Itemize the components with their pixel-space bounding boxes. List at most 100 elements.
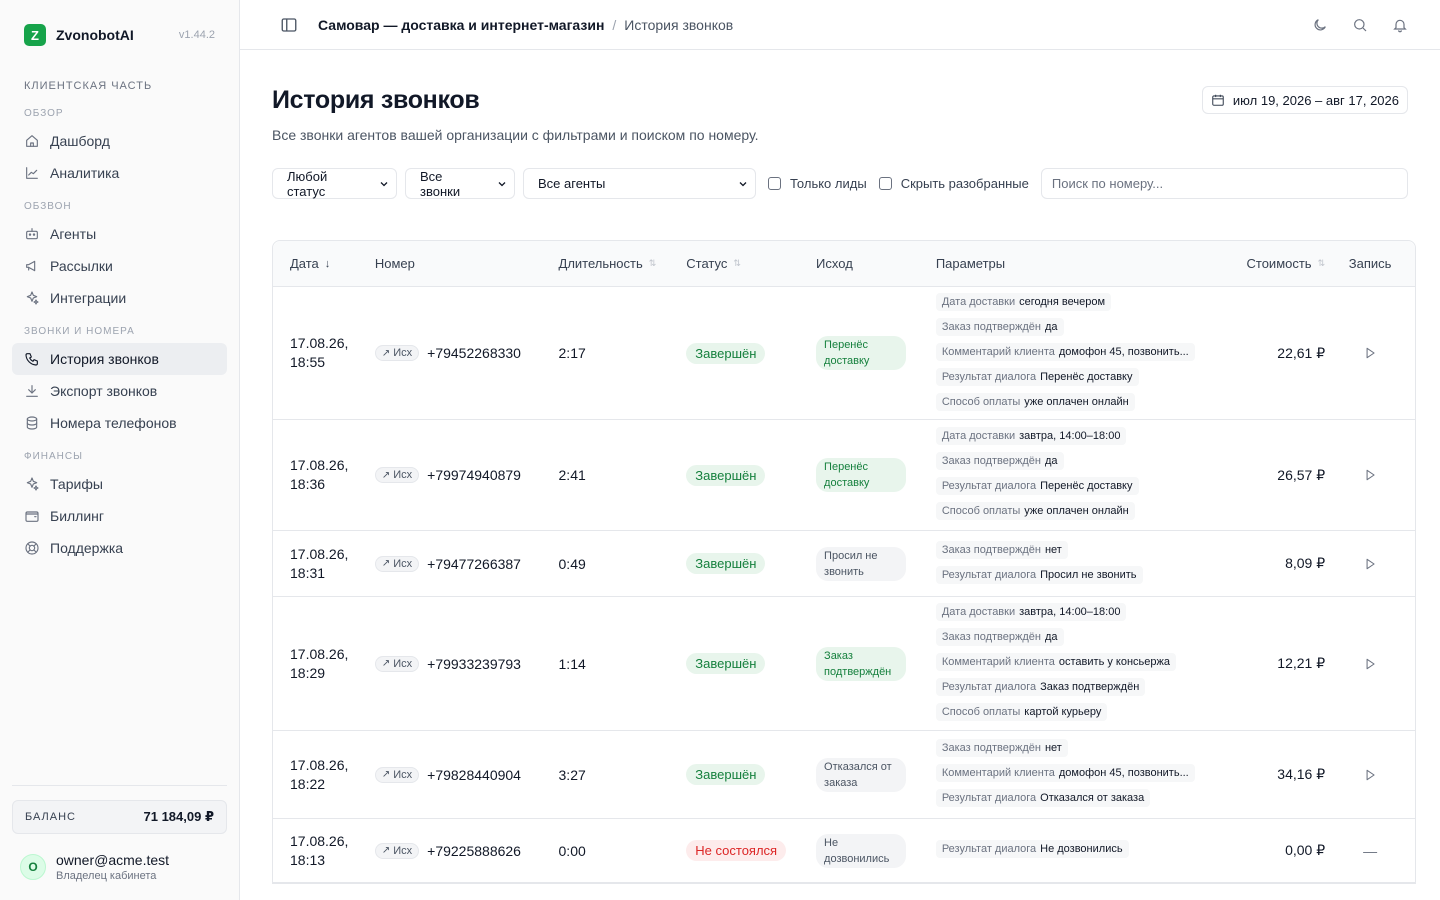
phone-search-input[interactable] [1040,168,1408,199]
param-row: Дата доставки сегодня вечером [935,291,1235,316]
sidebar-footer: БАЛАНС 71 184,09 ₽ O owner@acme.test Вла… [12,785,227,900]
checkbox-box[interactable] [768,177,781,190]
bell-icon[interactable] [1392,17,1408,33]
phone-number[interactable]: +79452268330 [427,345,521,361]
phone-number[interactable]: +79477266387 [427,556,521,572]
balance-value: 71 184,09 ₽ [143,809,215,824]
call-time: 18:29 [290,664,326,681]
column-header-cost[interactable]: Стоимость ⇅ [1235,256,1326,271]
status-filter-select[interactable]: Любой статус [272,168,397,199]
param-value: домофон 45, позвонить... [1058,767,1189,779]
brand[interactable]: Z ZvonobotAI v1.44.2 [0,0,239,70]
cell-date: 17.08.26, 18:55 [273,334,375,372]
sparkles-icon [24,290,40,306]
column-header-status[interactable]: Статус ⇅ [686,256,816,271]
param-row: Результат диалога Перенёс доставку [935,366,1235,391]
cell-params: Дата доставки завтра, 14:00–18:00 Заказ по… [935,415,1235,535]
param-row: Результат диалога Не дозвонились [935,838,1235,863]
param-chip: Способ оплаты уже оплачен онлайн [935,392,1135,411]
app-version: v1.44.2 [178,29,215,41]
param-chip: Комментарий клиента домофон 45, позвонить… [935,342,1195,361]
sidebar-item-bot[interactable]: Агенты [12,218,227,250]
param-chip: Результат диалога Просил не звонить [935,565,1143,584]
table-row[interactable]: 17.08.26, 18:22 ↗ Исх +79828440904 3:27 Заверш… [273,731,1415,819]
param-key: Дата доставки [941,430,1016,442]
table-body: 17.08.26, 18:55 ↗ Исх +79452268330 2:17 Заверш… [273,287,1415,883]
breadcrumb-current: История звонков [624,16,734,33]
sidebar-item-megaphone[interactable]: Рассылки [12,250,227,282]
cell-params: Дата доставки завтра, 14:00–18:00 Заказ по… [935,591,1235,736]
param-row: Результат диалога Просил не звонить [935,564,1235,589]
param-value: нет [1044,543,1062,556]
param-row: Способ оплаты уже оплачен онлайн [935,391,1235,416]
play-icon[interactable] [1363,657,1377,671]
breadcrumb-org[interactable]: Самовар — доставка и интернет-магазин [318,17,604,33]
only-leads-checkbox[interactable]: Только лиды [768,176,867,191]
topbar: Самовар — доставка и интернет-магазин / Ис… [240,0,1440,50]
column-header-duration[interactable]: Длительность ⇅ [559,256,687,271]
play-icon[interactable] [1363,557,1377,571]
sidebar-group-title: ОБЗОР [24,108,64,119]
calls-filter-select[interactable]: Все звонки [405,168,515,199]
column-header-label: Дата [290,256,319,271]
download-icon [24,383,40,399]
column-header-label: Длительность [558,256,643,271]
sidebar-item-lifebuoy[interactable]: Поддержка [12,532,227,564]
search-icon[interactable] [1352,17,1368,33]
play-icon[interactable] [1363,468,1377,482]
param-chip: Заказ подтверждён нет [935,739,1068,757]
phone-number[interactable]: +79225888626 [427,843,521,859]
sidebar-toggle-icon[interactable] [280,16,298,34]
param-row: Заказ подтверждён да [935,316,1235,341]
content: История звонков Все звонки агентов вашей… [240,50,1440,884]
phone-number[interactable]: +79828440904 [427,767,521,783]
checkbox-box[interactable] [878,177,892,190]
phone-number[interactable]: +79933239793 [427,656,521,672]
column-header-date[interactable]: Дата ↓ [273,256,375,271]
moon-icon[interactable] [1312,17,1328,33]
sidebar-item-download[interactable]: Экспорт звонков [12,375,227,407]
sidebar-item-wallet[interactable]: Биллинг [12,500,227,532]
table-row[interactable]: 17.08.26, 18:55 ↗ Исх +79452268330 2:17 Заверш… [273,287,1415,420]
sidebar-item-chart-line[interactable]: Аналитика [12,157,227,189]
sidebar-group-title: ЗВОНКИ И НОМЕРА [24,326,135,337]
param-value: да [1044,631,1058,643]
agents-filter-select[interactable]: Все агенты [523,168,756,199]
table-row[interactable]: 17.08.26, 18:31 ↗ Исх +79477266387 0:49 Заверш… [273,531,1415,597]
user-menu[interactable]: O owner@acme.test Владелец кабинета [12,834,227,900]
cell-number: ↗ Исх +79974940879 [374,467,559,483]
date-range-picker[interactable]: июл 19, 2026 – авг 17, 2026 [1201,86,1408,114]
status-badge: Завершён [686,764,766,785]
sidebar-item-sparkles[interactable]: Интеграции [12,282,227,314]
sidebar-item-sparkles[interactable]: Тарифы [12,468,227,500]
cell-record: — [1325,843,1415,859]
divider [12,785,227,786]
balance-card[interactable]: БАЛАНС 71 184,09 ₽ [12,800,227,834]
direction-badge: ↗ Исх [374,655,420,672]
sidebar-item-phone[interactable]: История звонков [12,343,227,375]
table-row[interactable]: 17.08.26, 18:36 ↗ Исх +79974940879 2:41 Заверш… [273,420,1415,531]
param-chip: Способ оплаты уже оплачен онлайн [935,502,1135,520]
play-icon[interactable] [1363,768,1377,782]
user-email: owner@acme.test [56,852,170,868]
phone-number[interactable]: +79974940879 [427,467,521,483]
sidebar-item-database[interactable]: Номера телефонов [12,407,227,439]
direction-label: Исх [393,768,413,781]
param-row: Комментарий клиента оставить у консьержа [935,651,1235,676]
cell-number: ↗ Исх +79828440904 [374,766,559,783]
cell-date: 17.08.26, 18:36 [273,456,375,494]
sidebar-item-label: История звонков [50,351,159,367]
table-row[interactable]: 17.08.26, 18:13 ↗ Исх +79225888626 0:00 Не сос… [273,819,1415,883]
sidebar-nav: ОБЗОР Дашборд Аналитика ОБЗВОН Агенты Рассылк… [0,96,239,564]
outcome-badge: Заказ подтверждён [816,646,907,681]
param-key: Результат диалога [941,370,1037,383]
play-icon[interactable] [1363,346,1377,360]
hide-processed-checkbox[interactable]: Скрыть разобранные [878,176,1029,191]
param-value: уже оплачен онлайн [1024,505,1129,517]
sidebar-item-label: Агенты [50,226,97,242]
sidebar-item-home[interactable]: Дашборд [12,125,227,157]
column-header-params: Параметры [936,256,1235,271]
table-row[interactable]: 17.08.26, 18:29 ↗ Исх +79933239793 1:14 Заверш… [273,597,1415,731]
arrow-down-icon: ↓ [324,257,331,270]
arrow-up-right-icon: ↗ [381,845,391,856]
